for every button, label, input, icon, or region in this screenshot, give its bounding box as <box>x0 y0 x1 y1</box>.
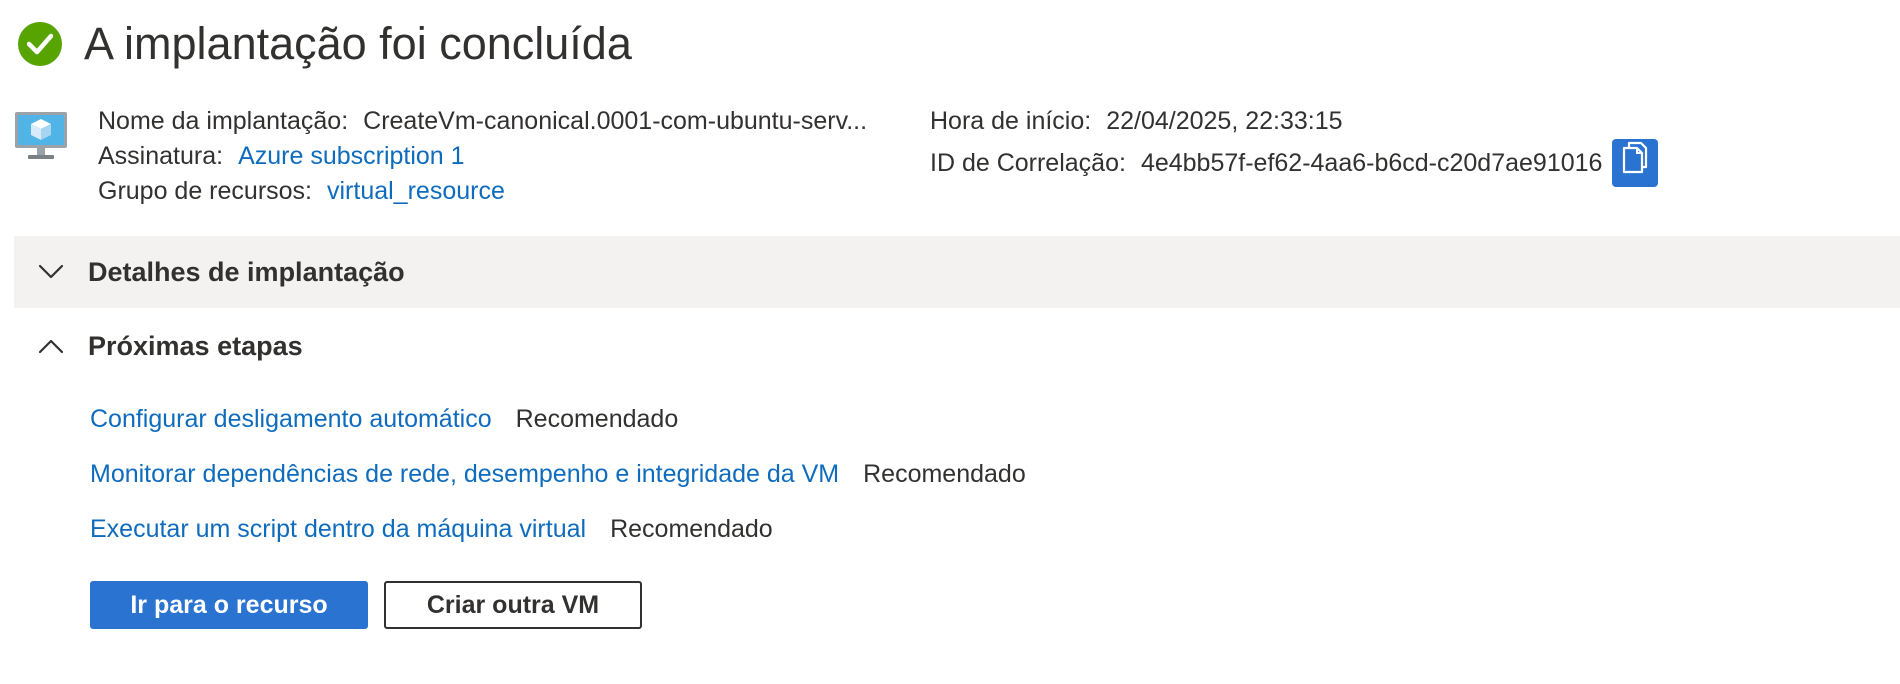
chevron-down-icon <box>36 257 66 287</box>
next-steps-list: Configurar desligamento automático Recom… <box>90 392 1026 557</box>
virtual-machine-icon <box>14 110 68 162</box>
deployment-overview-page: A implantação foi concluída Nome da impl… <box>0 0 1900 684</box>
copy-button[interactable] <box>1612 139 1659 187</box>
correlation-id-label: ID de Correlação: <box>930 148 1126 177</box>
header: A implantação foi concluída <box>18 14 632 74</box>
correlation-id-row: ID de Correlação: 4e4bb57f-ef62-4aa6-b6c… <box>930 139 1659 187</box>
recommended-label: Recomendado <box>515 405 679 433</box>
chevron-up-icon <box>36 331 66 361</box>
run-script-link[interactable]: Executar um script dentro da máquina vir… <box>90 515 586 544</box>
checkmark-circle-icon <box>18 22 62 66</box>
section-next-steps[interactable]: Próximas etapas <box>14 310 1900 382</box>
list-item: Configurar desligamento automático Recom… <box>90 392 1026 447</box>
copy-icon <box>1621 141 1649 185</box>
resource-group-label: Grupo de recursos: <box>98 177 312 205</box>
recommended-label: Recomendado <box>610 515 773 543</box>
start-time-label: Hora de início: <box>930 107 1092 135</box>
go-to-resource-button[interactable]: Ir para o recurso <box>90 581 368 629</box>
resource-group-link[interactable]: virtual_resource <box>327 174 505 209</box>
auto-shutdown-link[interactable]: Configurar desligamento automático <box>90 405 492 434</box>
section-deployment-details-title: Detalhes de implantação <box>88 256 405 287</box>
recommended-label: Recomendado <box>863 460 1026 488</box>
deployment-info-left: Nome da implantação: CreateVm-canonical.… <box>98 104 867 209</box>
list-item: Executar um script dentro da máquina vir… <box>90 502 1026 557</box>
create-another-vm-button[interactable]: Criar outra VM <box>384 581 642 629</box>
resource-group-row: Grupo de recursos: virtual_resource <box>98 174 867 209</box>
section-deployment-details[interactable]: Detalhes de implantação <box>14 236 1900 308</box>
correlation-id-value: 4e4bb57f-ef62-4aa6-b6cd-c20d7ae91016 <box>1140 148 1603 177</box>
list-item: Monitorar dependências de rede, desempen… <box>90 447 1026 502</box>
subscription-link[interactable]: Azure subscription 1 <box>238 139 465 174</box>
subscription-row: Assinatura: Azure subscription 1 <box>98 139 867 174</box>
section-next-steps-title: Próximas etapas <box>88 330 303 361</box>
subscription-label: Assinatura: <box>98 142 224 170</box>
start-time-row: Hora de início: 22/04/2025, 22:33:15 <box>930 104 1658 139</box>
start-time-value: 22/04/2025, 22:33:15 <box>1106 107 1343 135</box>
deployment-name-label: Nome da implantação: <box>98 107 349 135</box>
deployment-info-right: Hora de início: 22/04/2025, 22:33:15 ID … <box>930 104 1659 187</box>
deployment-name-row: Nome da implantação: CreateVm-canonical.… <box>98 104 867 139</box>
page-title: A implantação foi concluída <box>84 18 632 69</box>
deployment-name-value: CreateVm-canonical.0001-com-ubuntu-serv.… <box>363 107 868 135</box>
action-buttons: Ir para o recurso Criar outra VM <box>90 581 642 629</box>
monitor-dependencies-link[interactable]: Monitorar dependências de rede, desempen… <box>90 460 839 489</box>
